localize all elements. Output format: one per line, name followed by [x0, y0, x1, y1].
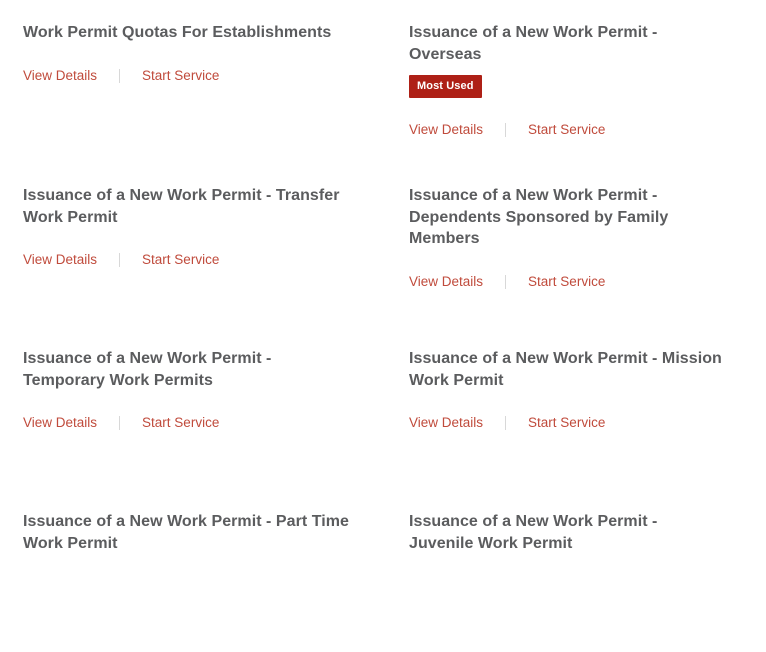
- card-actions: View Details Start Service: [23, 68, 375, 84]
- service-card: Issuance of a New Work Permit - Transfer…: [0, 163, 393, 326]
- start-service-link[interactable]: Start Service: [528, 415, 605, 431]
- service-card: Issuance of a New Work Permit - Juvenile…: [393, 489, 743, 652]
- action-divider: [119, 253, 121, 267]
- service-card: Issuance of a New Work Permit - Mission …: [393, 326, 743, 489]
- most-used-badge: Most Used: [409, 75, 482, 98]
- card-actions: View Details Start Service: [409, 415, 725, 431]
- card-actions: View Details Start Service: [409, 274, 725, 290]
- view-details-link[interactable]: View Details: [23, 415, 97, 431]
- action-divider: [505, 416, 507, 430]
- service-title: Work Permit Quotas For Establishments: [23, 24, 332, 41]
- start-service-link[interactable]: Start Service: [528, 274, 605, 290]
- service-title: Issuance of a New Work Permit - Overseas: [409, 24, 658, 63]
- services-grid: Work Permit Quotas For Establishments Vie…: [0, 0, 766, 652]
- service-title: Issuance of a New Work Permit - Transfer…: [23, 187, 340, 226]
- view-details-link[interactable]: View Details: [409, 122, 483, 138]
- service-card: Issuance of a New Work Permit - Part Tim…: [0, 489, 393, 652]
- action-divider: [119, 416, 121, 430]
- service-card: Issuance of a New Work Permit - Temporar…: [0, 326, 393, 489]
- badge-row: Most Used: [409, 75, 725, 98]
- service-title: Issuance of a New Work Permit - Temporar…: [23, 350, 272, 389]
- start-service-link[interactable]: Start Service: [142, 415, 219, 431]
- view-details-link[interactable]: View Details: [23, 68, 97, 84]
- service-card: Work Permit Quotas For Establishments Vie…: [0, 0, 393, 163]
- start-service-link[interactable]: Start Service: [528, 122, 605, 138]
- card-actions: View Details Start Service: [409, 122, 725, 138]
- view-details-link[interactable]: View Details: [23, 252, 97, 268]
- view-details-link[interactable]: View Details: [409, 274, 483, 290]
- view-details-link[interactable]: View Details: [409, 415, 483, 431]
- service-title: Issuance of a New Work Permit - Mission …: [409, 350, 722, 389]
- start-service-link[interactable]: Start Service: [142, 252, 219, 268]
- card-actions: View Details Start Service: [23, 415, 375, 431]
- action-divider: [119, 68, 121, 83]
- service-card: Issuance of a New Work Permit - Overseas…: [393, 0, 743, 163]
- service-card: Issuance of a New Work Permit - Dependen…: [393, 163, 743, 326]
- action-divider: [505, 274, 507, 289]
- service-title: Issuance of a New Work Permit - Juvenile…: [409, 513, 658, 552]
- action-divider: [505, 123, 507, 137]
- service-title: Issuance of a New Work Permit - Dependen…: [409, 187, 669, 247]
- card-actions: View Details Start Service: [23, 252, 375, 268]
- service-title: Issuance of a New Work Permit - Part Tim…: [23, 513, 350, 552]
- start-service-link[interactable]: Start Service: [142, 68, 219, 84]
